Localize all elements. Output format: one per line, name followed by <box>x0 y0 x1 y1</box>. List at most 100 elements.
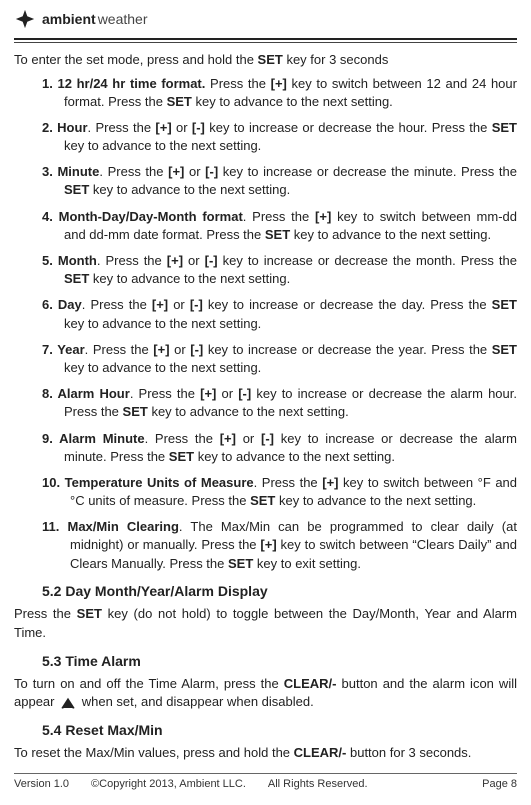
alarm-icon <box>60 697 76 709</box>
intro-key: SET <box>258 52 283 67</box>
step-text: or <box>183 253 205 268</box>
step-text: or <box>170 342 191 357</box>
footer-copyright: ©Copyright 2013, Ambient LLC. <box>91 778 246 790</box>
step-key: [+] <box>152 297 168 312</box>
brand-light: weather <box>98 11 148 27</box>
step-key: [+] <box>322 475 338 490</box>
step-key: SET <box>492 120 517 135</box>
step-key: SET <box>123 404 148 419</box>
step-text: key to increase or decrease the year. Pr… <box>203 342 491 357</box>
step-text: key to advance to the next setting. <box>290 227 491 242</box>
step-title: Month <box>58 253 97 268</box>
step-text: . Press the <box>82 297 152 312</box>
section-5-3-body: To turn on and off the Time Alarm, press… <box>14 675 517 713</box>
step-key: [+] <box>200 386 216 401</box>
step-num: 6. <box>42 297 58 312</box>
step-text: key to exit setting. <box>253 556 361 571</box>
section-5-2-head: 5.2 Day Month/Year/Alarm Display <box>42 583 517 599</box>
step-num: 9. <box>42 431 59 446</box>
step-num: 1. <box>42 76 57 91</box>
sec53-key: CLEAR/- <box>284 676 337 691</box>
step-8: 8. Alarm Hour. Press the [+] or [-] key … <box>42 385 517 421</box>
page-footer: Version 1.0 ©Copyright 2013, Ambient LLC… <box>14 773 517 790</box>
step-key: [-] <box>261 431 274 446</box>
step-title: Alarm Minute <box>59 431 144 446</box>
step-num: 10. <box>42 475 65 490</box>
step-text: key to increase or decrease the month. P… <box>218 253 517 268</box>
step-num: 8. <box>42 386 58 401</box>
footer-page: Page 8 <box>482 778 517 790</box>
step-key: [-] <box>190 297 203 312</box>
step-title: Month-Day/Day-Month format <box>59 209 243 224</box>
step-text: key to advance to the next setting. <box>89 182 290 197</box>
step-title: Day <box>58 297 82 312</box>
step-num: 4. <box>42 209 59 224</box>
step-key: SET <box>167 94 192 109</box>
step-title: Hour <box>57 120 87 135</box>
step-key: SET <box>492 297 517 312</box>
step-text: . Press the <box>85 342 154 357</box>
sec52-key: SET <box>77 606 102 621</box>
brand-bold: ambient <box>42 11 96 27</box>
step-4: 4. Month-Day/Day-Month format. Press the… <box>42 208 517 244</box>
step-2: 2. Hour. Press the [+] or [-] key to inc… <box>42 119 517 155</box>
step-text: Press the <box>205 76 270 91</box>
step-text: key to advance to the next setting. <box>64 316 261 331</box>
step-num: 5. <box>42 253 58 268</box>
divider-heavy <box>14 38 517 40</box>
step-key: [+] <box>167 253 183 268</box>
step-key: SET <box>265 227 290 242</box>
step-text: key to advance to the next setting. <box>275 493 476 508</box>
step-text: key to advance to the next setting. <box>194 449 395 464</box>
step-key: [-] <box>205 253 218 268</box>
step-text: or <box>184 164 205 179</box>
intro-suffix: key for 3 seconds <box>283 52 389 67</box>
section-5-2-body: Press the SET key (do not hold) to toggl… <box>14 605 517 643</box>
step-key: SET <box>228 556 253 571</box>
section-5-3-head: 5.3 Time Alarm <box>42 653 517 669</box>
step-title: Temperature Units of Measure <box>65 475 254 490</box>
step-text: key to advance to the next setting. <box>192 94 393 109</box>
step-key: [+] <box>271 76 287 91</box>
step-key: [-] <box>190 342 203 357</box>
step-key: SET <box>64 182 89 197</box>
step-key: SET <box>492 342 517 357</box>
step-text: . Press the <box>88 120 156 135</box>
footer-version: Version 1.0 <box>14 778 69 790</box>
step-key: [-] <box>238 386 251 401</box>
step-9: 9. Alarm Minute. Press the [+] or [-] ke… <box>42 430 517 466</box>
step-key: [+] <box>260 537 276 552</box>
step-key: [+] <box>315 209 331 224</box>
step-text: key to increase or decrease the day. Pre… <box>203 297 492 312</box>
step-key: SET <box>250 493 275 508</box>
step-10: 10. Temperature Units of Measure. Press … <box>42 474 517 510</box>
step-text: or <box>168 297 190 312</box>
step-7: 7. Year. Press the [+] or [-] key to inc… <box>42 341 517 377</box>
step-key: [+] <box>153 342 169 357</box>
step-title: Minute <box>57 164 99 179</box>
step-key: [+] <box>168 164 184 179</box>
sec54-key: CLEAR/- <box>294 745 347 760</box>
divider-thin <box>14 42 517 43</box>
step-6: 6. Day. Press the [+] or [-] key to incr… <box>42 296 517 332</box>
step-key: [-] <box>205 164 218 179</box>
step-text: key to advance to the next setting. <box>148 404 349 419</box>
step-title: 12 hr/24 hr time format. <box>57 76 205 91</box>
step-5: 5. Month. Press the [+] or [-] key to in… <box>42 252 517 288</box>
logo-icon <box>14 8 36 30</box>
step-title: Max/Min Clearing <box>67 519 178 534</box>
step-text: or <box>172 120 192 135</box>
step-11: 11. Max/Min Clearing. The Max/Min can be… <box>42 518 517 573</box>
step-text: key to advance to the next setting. <box>64 360 261 375</box>
step-1: 1. 12 hr/24 hr time format. Press the [+… <box>42 75 517 111</box>
step-text: . Press the <box>130 386 200 401</box>
intro-prefix: To enter the set mode, press and hold th… <box>14 52 258 67</box>
step-text: . Press the <box>145 431 220 446</box>
step-key: SET <box>169 449 194 464</box>
step-text: . Press the <box>243 209 315 224</box>
sec54-text: button for 3 seconds. <box>346 745 471 760</box>
sec52-text: Press the <box>14 606 77 621</box>
step-key: SET <box>64 271 89 286</box>
brand-header: ambientweather <box>14 8 517 34</box>
step-text: . Press the <box>254 475 323 490</box>
